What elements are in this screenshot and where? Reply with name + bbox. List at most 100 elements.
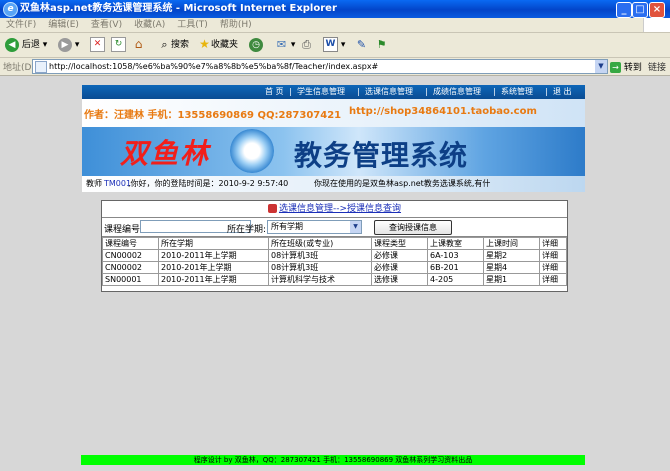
nav-logout[interactable]: 退 出	[553, 85, 572, 99]
results-table: 课程编号 所在学期 所在班级(或专业) 课程类型 上课教室 上课时间 详细 CN…	[102, 237, 567, 286]
cell-class: 08计算机3班	[268, 249, 372, 262]
title-icon	[267, 204, 277, 213]
address-bar: 地址(D) http://localhost:1058/%e6%ba%90%e7…	[0, 58, 670, 76]
column-header: 所在学期	[158, 237, 269, 250]
term-select[interactable]: 所有学期 ▼	[267, 220, 362, 234]
column-header: 上课教室	[427, 237, 484, 250]
column-header: 上课时间	[483, 237, 540, 250]
windows-logo-icon	[643, 18, 670, 32]
cell-term: 2010-2011年上学期	[158, 273, 269, 286]
forward-button[interactable]: ▶ ▾	[58, 36, 79, 54]
logo-text-left: 双鱼林	[120, 137, 211, 170]
detail-link[interactable]: 详细	[539, 261, 567, 274]
mail-button[interactable]: ✉ ▾	[275, 36, 296, 54]
nav-divider: |	[357, 87, 360, 96]
cell-room: 6B-201	[427, 261, 484, 274]
minimize-button[interactable]: _	[616, 2, 632, 18]
history-icon: ◷	[249, 37, 263, 52]
menu-view[interactable]: 查看(V)	[91, 18, 122, 32]
query-panel: 选课信息管理-->授课信息查询 课程编号 所在学期: 所有学期 ▼ 查询授课信息…	[101, 200, 568, 292]
search-button[interactable]: ⌕ 搜索	[158, 36, 189, 54]
query-button[interactable]: 查询授课信息	[374, 220, 452, 235]
back-button[interactable]: ◀ 后退 ▾	[5, 36, 47, 54]
cell-time: 星期4	[483, 261, 540, 274]
nav-divider: |	[425, 87, 428, 96]
logo-fish-icon	[230, 129, 274, 173]
menu-favorites[interactable]: 收藏(A)	[134, 18, 165, 32]
logo-text-right: 教务管理系统	[294, 139, 469, 172]
nav-student[interactable]: 学生信息管理	[297, 85, 345, 99]
links-button[interactable]: 链接	[648, 60, 666, 73]
site-banner: 首 页 | 学生信息管理 | 选课信息管理 | 成绩信息管理 | 系统管理 | …	[82, 85, 585, 192]
print-icon: ⎙	[302, 38, 311, 51]
cell-type: 选修课	[371, 273, 428, 286]
nav-score[interactable]: 成绩信息管理	[433, 85, 481, 99]
nav-home[interactable]: 首 页	[265, 85, 284, 99]
nav-course-select[interactable]: 选课信息管理	[365, 85, 413, 99]
address-url: http://localhost:1058/%e6%ba%90%e7%a8%8b…	[49, 62, 379, 71]
author-strip: 作者：汪建林 手机：13558690869 QQ:287307421 http:…	[82, 99, 585, 127]
table-header-row: 课程编号 所在学期 所在班级(或专业) 课程类型 上课教室 上课时间 详细	[102, 237, 567, 250]
mail-icon: ✉	[276, 38, 287, 51]
cell-course-no: CN00002	[102, 249, 159, 262]
stop-button[interactable]: ✕	[90, 36, 105, 54]
messenger-button[interactable]: ⚑	[375, 36, 388, 54]
go-label: 转到	[623, 63, 642, 73]
discuss-button[interactable]: ✎	[355, 36, 368, 54]
go-button[interactable]: → 转到	[610, 60, 642, 73]
menu-file[interactable]: 文件(F)	[6, 18, 36, 32]
maximize-button[interactable]: □	[632, 2, 648, 18]
address-label: 地址(D)	[3, 63, 35, 73]
menu-help[interactable]: 帮助(H)	[220, 18, 252, 32]
home-button[interactable]: ⌂	[132, 36, 145, 54]
messenger-icon: ⚑	[376, 38, 387, 51]
column-header: 课程编号	[102, 237, 159, 250]
menu-bar: 文件(F) 编辑(E) 查看(V) 收藏(A) 工具(T) 帮助(H)	[0, 18, 670, 33]
cell-time: 星期1	[483, 273, 540, 286]
column-header: 课程类型	[371, 237, 428, 250]
cell-course-no: SN00001	[102, 273, 159, 286]
home-icon: ⌂	[134, 37, 143, 51]
refresh-icon: ↻	[111, 37, 126, 52]
nav-system[interactable]: 系统管理	[501, 85, 533, 99]
top-nav: 首 页 | 学生信息管理 | 选课信息管理 | 成绩信息管理 | 系统管理 | …	[82, 85, 585, 99]
query-form: 课程编号 所在学期: 所有学期 ▼ 查询授课信息	[102, 218, 567, 237]
user-id-link[interactable]: TM001	[104, 176, 131, 192]
history-button[interactable]: ◷	[249, 36, 263, 54]
close-button[interactable]: ×	[649, 2, 665, 18]
nav-divider: |	[493, 87, 496, 96]
address-input[interactable]: http://localhost:1058/%e6%ba%90%e7%a8%8b…	[32, 59, 608, 74]
nav-divider: |	[545, 87, 548, 96]
go-arrow-icon: →	[610, 62, 621, 73]
login-status-bar: 教师 TM001 ,你好，你的登陆时间是：2010-9-2 9:57:40 你现…	[82, 176, 585, 192]
print-button[interactable]: ⎙	[300, 36, 313, 54]
refresh-button[interactable]: ↻	[111, 36, 126, 54]
term-label: 所在学期:	[227, 225, 267, 235]
panel-title: 选课信息管理-->授课信息查询	[102, 201, 567, 218]
menu-tools[interactable]: 工具(T)	[177, 18, 208, 32]
detail-link[interactable]: 详细	[539, 249, 567, 262]
discuss-icon: ✎	[356, 38, 367, 51]
cell-type: 必修课	[371, 249, 428, 262]
cell-room: 6A-103	[427, 249, 484, 262]
window-title-bar[interactable]: e 双鱼林asp.net教务选课管理系统 - Microsoft Interne…	[0, 0, 670, 18]
cell-room: 4-205	[427, 273, 484, 286]
edit-button[interactable]: W ▾	[323, 36, 345, 54]
chevron-down-icon[interactable]: ▼	[350, 221, 361, 233]
forward-arrow-icon: ▶	[58, 37, 72, 52]
cell-term: 2010-2011年上学期	[158, 249, 269, 262]
panel-title-text[interactable]: 选课信息管理-->授课信息查询	[279, 204, 401, 214]
cell-type: 必修课	[371, 261, 428, 274]
author-info: 作者：汪建林 手机：13558690869 QQ:287307421	[84, 110, 342, 121]
detail-link[interactable]: 详细	[539, 273, 567, 286]
cell-time: 星期2	[483, 249, 540, 262]
banner-logo-area: 双鱼林 教务管理系统	[82, 127, 585, 176]
cell-term: 2010-201年上学期	[158, 261, 269, 274]
cell-class: 08计算机3班	[268, 261, 372, 274]
favorites-button[interactable]: ★收藏夹	[198, 36, 238, 54]
address-dropdown-icon[interactable]: ▼	[595, 60, 607, 73]
menu-edit[interactable]: 编辑(E)	[48, 18, 79, 32]
search-icon: ⌕	[161, 38, 168, 51]
system-note: 你现在使用的是双鱼林asp.net教务选课系统,有什	[314, 179, 491, 188]
toolbar: ◀ 后退 ▾ ▶ ▾ ✕ ↻ ⌂ ⌕ 搜索 ★收藏夹 ◷ ✉ ▾ ⎙ W ▾ ✎ …	[0, 33, 670, 58]
